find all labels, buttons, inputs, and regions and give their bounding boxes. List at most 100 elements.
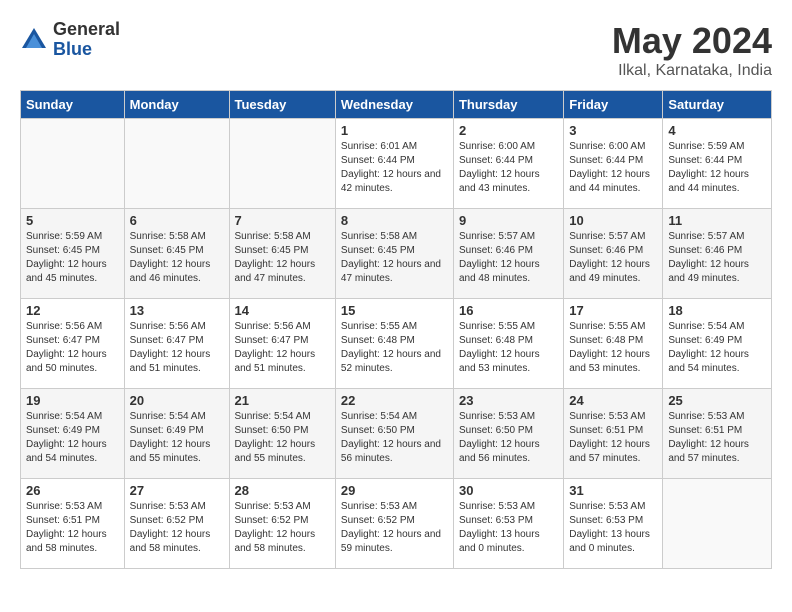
day-info: Sunrise: 5:57 AMSunset: 6:46 PMDaylight:… <box>459 230 558 286</box>
day-number: 4 <box>668 123 766 138</box>
day-number: 6 <box>130 213 224 228</box>
day-info: Sunrise: 5:53 AMSunset: 6:52 PMDaylight:… <box>341 500 448 556</box>
day-info: Sunrise: 5:57 AMSunset: 6:46 PMDaylight:… <box>569 230 657 286</box>
day-cell: 31Sunrise: 5:53 AMSunset: 6:53 PMDayligh… <box>564 479 663 569</box>
day-number: 30 <box>459 483 558 498</box>
day-number: 17 <box>569 303 657 318</box>
day-cell: 8 Sunrise: 5:58 AMSunset: 6:45 PMDaylight… <box>335 209 453 299</box>
week-row-1: 1Sunrise: 6:01 AMSunset: 6:44 PMDaylight… <box>21 119 772 209</box>
day-info: Sunrise: 5:55 AMSunset: 6:48 PMDaylight:… <box>569 320 657 376</box>
day-number: 27 <box>130 483 224 498</box>
day-info: Sunrise: 5:59 AMSunset: 6:45 PMDaylight:… <box>26 230 119 286</box>
day-cell: 1Sunrise: 6:01 AMSunset: 6:44 PMDaylight… <box>335 119 453 209</box>
day-info: Sunrise: 5:56 AMSunset: 6:47 PMDaylight:… <box>130 320 224 376</box>
day-info: Sunrise: 5:53 AMSunset: 6:51 PMDaylight:… <box>668 410 766 466</box>
day-cell: 13 Sunrise: 5:56 AMSunset: 6:47 PMDayligh… <box>124 299 229 389</box>
header-day-tuesday: Tuesday <box>229 91 335 119</box>
day-cell: 25Sunrise: 5:53 AMSunset: 6:51 PMDayligh… <box>663 389 772 479</box>
day-cell: 9Sunrise: 5:57 AMSunset: 6:46 PMDaylight… <box>453 209 563 299</box>
day-info: Sunrise: 5:54 AMSunset: 6:49 PMDaylight:… <box>26 410 119 466</box>
day-cell: 10 Sunrise: 5:57 AMSunset: 6:46 PMDayligh… <box>564 209 663 299</box>
calendar-body: 1Sunrise: 6:01 AMSunset: 6:44 PMDaylight… <box>21 119 772 569</box>
day-number: 16 <box>459 303 558 318</box>
day-cell <box>124 119 229 209</box>
day-info: Sunrise: 5:54 AMSunset: 6:49 PMDaylight:… <box>668 320 766 376</box>
day-number: 22 <box>341 393 448 408</box>
day-number: 5 <box>26 213 119 228</box>
day-cell: 22 Sunrise: 5:54 AMSunset: 6:50 PMDayligh… <box>335 389 453 479</box>
day-cell: 28 Sunrise: 5:53 AMSunset: 6:52 PMDayligh… <box>229 479 335 569</box>
day-cell: 15 Sunrise: 5:55 AMSunset: 6:48 PMDayligh… <box>335 299 453 389</box>
day-info: Sunrise: 5:58 AMSunset: 6:45 PMDaylight:… <box>341 230 448 286</box>
main-title: May 2024 <box>612 20 772 62</box>
day-number: 13 <box>130 303 224 318</box>
day-number: 10 <box>569 213 657 228</box>
day-number: 19 <box>26 393 119 408</box>
calendar-table: SundayMondayTuesdayWednesdayThursdayFrid… <box>20 90 772 569</box>
calendar-header-row: SundayMondayTuesdayWednesdayThursdayFrid… <box>21 91 772 119</box>
day-cell <box>663 479 772 569</box>
day-info: Sunrise: 5:53 AMSunset: 6:52 PMDaylight:… <box>235 500 330 556</box>
day-info: Sunrise: 6:00 AMSunset: 6:44 PMDaylight:… <box>569 140 657 196</box>
day-number: 23 <box>459 393 558 408</box>
day-number: 11 <box>668 213 766 228</box>
logo-blue: Blue <box>53 40 120 60</box>
day-number: 2 <box>459 123 558 138</box>
day-info: Sunrise: 5:53 AMSunset: 6:53 PMDaylight:… <box>569 500 657 556</box>
day-info: Sunrise: 5:54 AMSunset: 6:50 PMDaylight:… <box>341 410 448 466</box>
day-cell: 16 Sunrise: 5:55 AMSunset: 6:48 PMDayligh… <box>453 299 563 389</box>
day-cell: 30Sunrise: 5:53 AMSunset: 6:53 PMDayligh… <box>453 479 563 569</box>
day-cell: 4 Sunrise: 5:59 AMSunset: 6:44 PMDaylight… <box>663 119 772 209</box>
day-number: 28 <box>235 483 330 498</box>
day-info: Sunrise: 5:57 AMSunset: 6:46 PMDaylight:… <box>668 230 766 286</box>
day-info: Sunrise: 5:59 AMSunset: 6:44 PMDaylight:… <box>668 140 766 196</box>
day-cell: 5 Sunrise: 5:59 AMSunset: 6:45 PMDaylight… <box>21 209 125 299</box>
day-number: 8 <box>341 213 448 228</box>
day-number: 20 <box>130 393 224 408</box>
day-cell: 17 Sunrise: 5:55 AMSunset: 6:48 PMDayligh… <box>564 299 663 389</box>
day-info: Sunrise: 5:53 AMSunset: 6:51 PMDaylight:… <box>26 500 119 556</box>
day-cell: 21Sunrise: 5:54 AMSunset: 6:50 PMDayligh… <box>229 389 335 479</box>
header-day-monday: Monday <box>124 91 229 119</box>
day-number: 14 <box>235 303 330 318</box>
logo: General Blue <box>20 20 120 60</box>
day-number: 3 <box>569 123 657 138</box>
day-info: Sunrise: 5:58 AMSunset: 6:45 PMDaylight:… <box>130 230 224 286</box>
week-row-5: 26 Sunrise: 5:53 AMSunset: 6:51 PMDayligh… <box>21 479 772 569</box>
subtitle: Ilkal, Karnataka, India <box>612 62 772 80</box>
day-info: Sunrise: 5:55 AMSunset: 6:48 PMDaylight:… <box>459 320 558 376</box>
day-info: Sunrise: 5:53 AMSunset: 6:50 PMDaylight:… <box>459 410 558 466</box>
day-info: Sunrise: 6:00 AMSunset: 6:44 PMDaylight:… <box>459 140 558 196</box>
day-number: 12 <box>26 303 119 318</box>
header-day-wednesday: Wednesday <box>335 91 453 119</box>
day-info: Sunrise: 5:54 AMSunset: 6:50 PMDaylight:… <box>235 410 330 466</box>
day-number: 29 <box>341 483 448 498</box>
header-day-thursday: Thursday <box>453 91 563 119</box>
header-day-friday: Friday <box>564 91 663 119</box>
day-number: 18 <box>668 303 766 318</box>
title-area: May 2024 Ilkal, Karnataka, India <box>612 20 772 80</box>
day-cell <box>21 119 125 209</box>
day-cell: 7 Sunrise: 5:58 AMSunset: 6:45 PMDaylight… <box>229 209 335 299</box>
day-number: 7 <box>235 213 330 228</box>
day-cell: 29 Sunrise: 5:53 AMSunset: 6:52 PMDayligh… <box>335 479 453 569</box>
day-number: 26 <box>26 483 119 498</box>
logo-text: General Blue <box>53 20 120 60</box>
day-info: Sunrise: 5:55 AMSunset: 6:48 PMDaylight:… <box>341 320 448 376</box>
day-info: Sunrise: 5:54 AMSunset: 6:49 PMDaylight:… <box>130 410 224 466</box>
day-number: 15 <box>341 303 448 318</box>
day-cell: 6 Sunrise: 5:58 AMSunset: 6:45 PMDaylight… <box>124 209 229 299</box>
day-cell: 27Sunrise: 5:53 AMSunset: 6:52 PMDayligh… <box>124 479 229 569</box>
day-cell: 3 Sunrise: 6:00 AMSunset: 6:44 PMDaylight… <box>564 119 663 209</box>
day-info: Sunrise: 5:56 AMSunset: 6:47 PMDaylight:… <box>235 320 330 376</box>
logo-general: General <box>53 20 120 40</box>
day-cell: 19 Sunrise: 5:54 AMSunset: 6:49 PMDayligh… <box>21 389 125 479</box>
header-day-saturday: Saturday <box>663 91 772 119</box>
week-row-4: 19 Sunrise: 5:54 AMSunset: 6:49 PMDayligh… <box>21 389 772 479</box>
day-info: Sunrise: 5:56 AMSunset: 6:47 PMDaylight:… <box>26 320 119 376</box>
day-cell: 23 Sunrise: 5:53 AMSunset: 6:50 PMDayligh… <box>453 389 563 479</box>
day-info: Sunrise: 5:58 AMSunset: 6:45 PMDaylight:… <box>235 230 330 286</box>
day-cell: 26 Sunrise: 5:53 AMSunset: 6:51 PMDayligh… <box>21 479 125 569</box>
day-cell: 18 Sunrise: 5:54 AMSunset: 6:49 PMDayligh… <box>663 299 772 389</box>
day-info: Sunrise: 5:53 AMSunset: 6:51 PMDaylight:… <box>569 410 657 466</box>
